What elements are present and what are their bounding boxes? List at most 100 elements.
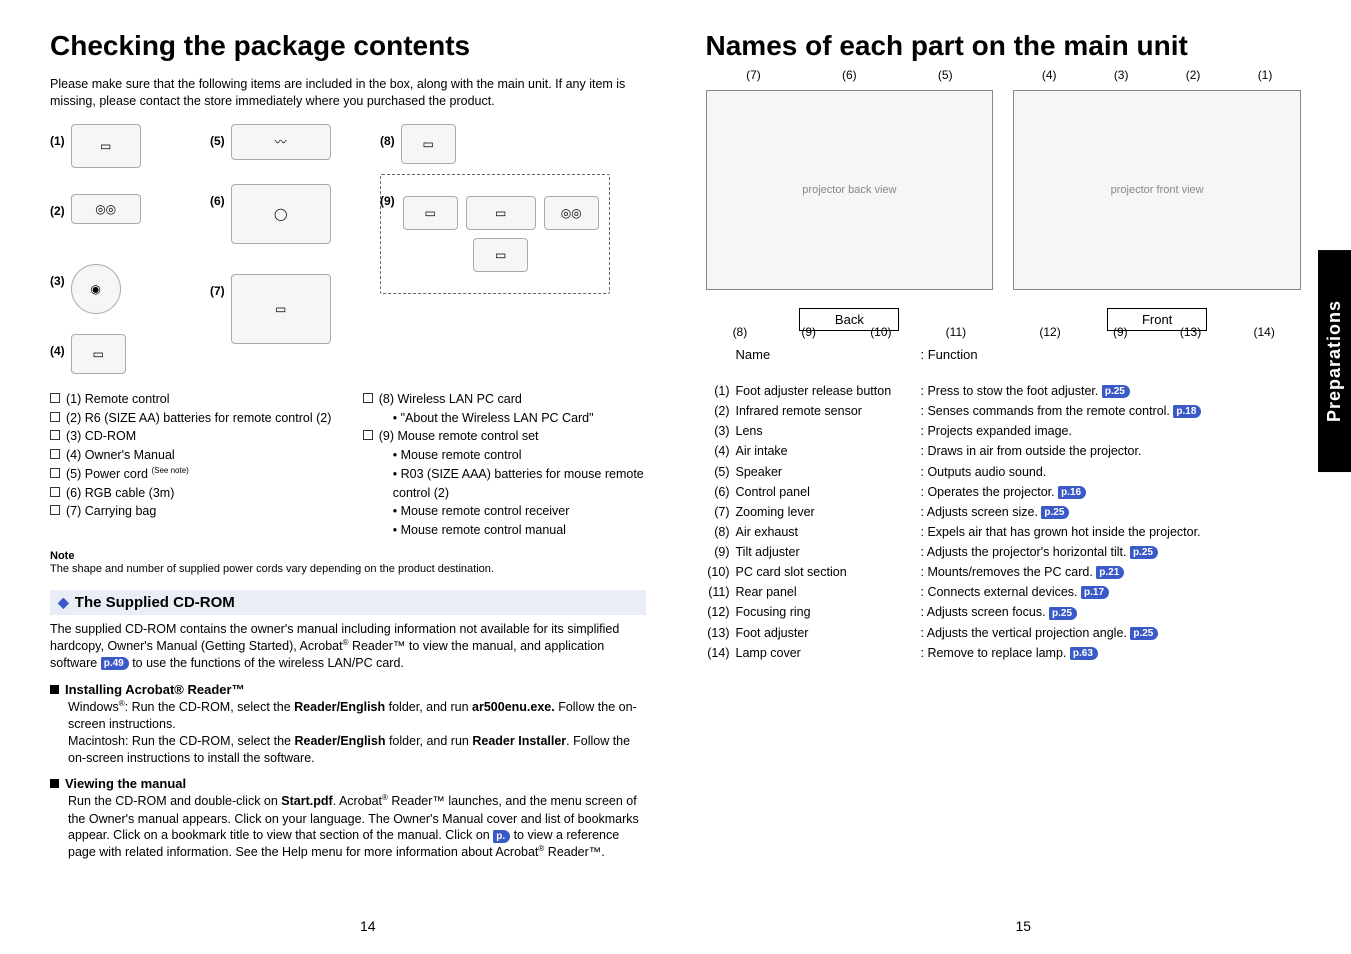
callouts-bottom: (12) (9) (13) (14)	[1013, 325, 1301, 339]
pkg-num: (4)	[50, 344, 65, 358]
install-windows: Windows®: Run the CD-ROM, select the Rea…	[68, 699, 646, 733]
checklist-item: (9) Mouse remote control set	[363, 427, 646, 446]
callout-number: (8)	[733, 325, 748, 339]
callout-number: (1)	[1258, 68, 1273, 82]
part-number: (5)	[706, 463, 736, 481]
checklist-item: (8) Wireless LAN PC card	[363, 390, 646, 409]
part-number: (7)	[706, 503, 736, 521]
pkg-item-3: (3) ◉	[50, 264, 121, 314]
pkg-item-1: (1) ▭	[50, 124, 141, 168]
pkg-item-7: (7) ▭	[210, 274, 331, 344]
intro-text: Please make sure that the following item…	[50, 76, 646, 110]
part-name: Rear panel	[736, 583, 921, 601]
cdrom-section-title: The Supplied CD-ROM	[75, 594, 235, 611]
page-number: 15	[706, 918, 1342, 934]
page-title: Names of each part on the main unit	[706, 30, 1302, 62]
part-number: (14)	[706, 644, 736, 662]
callout-number: (7)	[746, 68, 761, 82]
page-ref[interactable]: p.25	[1102, 385, 1130, 398]
page-ref[interactable]: p.49	[101, 657, 129, 670]
square-bullet-icon	[50, 685, 59, 694]
page-ref[interactable]: p.25	[1130, 546, 1158, 559]
page-ref[interactable]: p.25	[1130, 627, 1158, 640]
part-number: (4)	[706, 442, 736, 460]
callout-number: (12)	[1039, 325, 1060, 339]
checkbox-icon	[50, 468, 60, 478]
part-function: : Adjusts screen focus. p.25	[921, 603, 1302, 621]
checkbox-icon	[50, 487, 60, 497]
pkg-item-4: (4) ▭	[50, 334, 126, 374]
page-number: 14	[50, 918, 686, 934]
page-ref[interactable]: p.18	[1173, 405, 1201, 418]
part-name: Control panel	[736, 483, 921, 501]
part-function: : Operates the projector. p.16	[921, 483, 1302, 501]
pkg-item-5: (5) 〰	[210, 124, 331, 160]
checklist-subitem: • Mouse remote control	[393, 446, 646, 465]
mouse-set-icon: ▭ ▭ ◎◎ ▭	[401, 184, 601, 284]
figure-back: (7)(6)(5) projector back view (8)(9)(10)…	[706, 76, 994, 331]
manual-icon: ▭	[71, 334, 126, 374]
text: Viewing the manual	[65, 776, 186, 791]
page-15: Names of each part on the main unit (7)(…	[676, 30, 1312, 934]
checkbox-icon	[50, 505, 60, 515]
page-14: Checking the package contents Please mak…	[40, 30, 676, 934]
pkg-num: (8)	[380, 134, 395, 148]
projector-back-icon: projector back view	[706, 90, 994, 290]
part-name: Tilt adjuster	[736, 543, 921, 561]
callouts-top: (4)(3)(2)(1)	[1013, 68, 1301, 82]
pkg-num: (7)	[210, 284, 225, 298]
carrying-bag-icon: ▭	[231, 274, 331, 344]
callout-number: (5)	[938, 68, 953, 82]
callout-number: (13)	[1180, 325, 1201, 339]
cdrom-body: The supplied CD-ROM contains the owner's…	[50, 621, 646, 672]
cdrom-icon: ◉	[71, 264, 121, 314]
checkbox-icon	[50, 412, 60, 422]
pkg-num: (9)	[380, 194, 395, 208]
callout-number: (14)	[1253, 325, 1274, 339]
checklist-label: (6) RGB cable (3m)	[66, 484, 174, 503]
checklist-item: (3) CD-ROM	[50, 427, 333, 446]
checkbox-icon	[363, 430, 373, 440]
callout-number: (6)	[842, 68, 857, 82]
part-function: : Expels air that has grown hot inside t…	[921, 523, 1302, 541]
col-name: Name	[736, 347, 921, 362]
pkg-num: (3)	[50, 274, 65, 288]
part-name: Focusing ring	[736, 603, 921, 621]
projector-figures: (7)(6)(5) projector back view (8)(9)(10)…	[706, 76, 1302, 331]
parts-table: (1)Foot adjuster release button: Press t…	[706, 382, 1302, 662]
callout-number: (4)	[1042, 68, 1057, 82]
checklist-label: (2) R6 (SIZE AA) batteries for remote co…	[66, 409, 331, 428]
part-function: : Connects external devices. p.17	[921, 583, 1302, 601]
checklist-label: (9) Mouse remote control set	[379, 427, 539, 446]
page-ref[interactable]: p.16	[1058, 486, 1086, 499]
checklist-item: (4) Owner's Manual	[50, 446, 333, 465]
install-mac: Macintosh: Run the CD-ROM, select the Re…	[68, 733, 646, 767]
page-ref[interactable]: p.17	[1081, 586, 1109, 599]
part-number: (3)	[706, 422, 736, 440]
checklist-subitem: • Mouse remote control manual	[393, 521, 646, 540]
power-cord-icon: 〰	[231, 124, 331, 160]
checkbox-icon	[50, 393, 60, 403]
part-function: : Adjusts the vertical projection angle.…	[921, 624, 1302, 642]
page-ref[interactable]: p.25	[1041, 506, 1069, 519]
part-function: : Projects expanded image.	[921, 422, 1302, 440]
checklist-item: (1) Remote control	[50, 390, 333, 409]
page-ref[interactable]: p.	[493, 830, 510, 843]
callout-number: (9)	[1113, 325, 1128, 339]
callout-number: (2)	[1186, 68, 1201, 82]
part-number: (11)	[706, 583, 736, 601]
part-number: (13)	[706, 624, 736, 642]
page-ref[interactable]: p.21	[1096, 566, 1124, 579]
viewing-heading: Viewing the manual	[50, 776, 646, 791]
page-ref[interactable]: p.25	[1049, 607, 1077, 620]
part-name: Air exhaust	[736, 523, 921, 541]
page-ref[interactable]: p.63	[1070, 647, 1098, 660]
checklist-col-right: (8) Wireless LAN PC card• "About the Wir…	[363, 390, 646, 540]
part-function: : Mounts/removes the PC card. p.21	[921, 563, 1302, 581]
part-name: Air intake	[736, 442, 921, 460]
part-number: (10)	[706, 563, 736, 581]
note-heading: Note	[50, 550, 646, 562]
figure-front: (4)(3)(2)(1) projector front view (12)(9…	[1013, 76, 1301, 331]
pkg-item-9: (9) ▭ ▭ ◎◎ ▭	[380, 184, 601, 284]
checklist-subitem: • Mouse remote control receiver	[393, 502, 646, 521]
